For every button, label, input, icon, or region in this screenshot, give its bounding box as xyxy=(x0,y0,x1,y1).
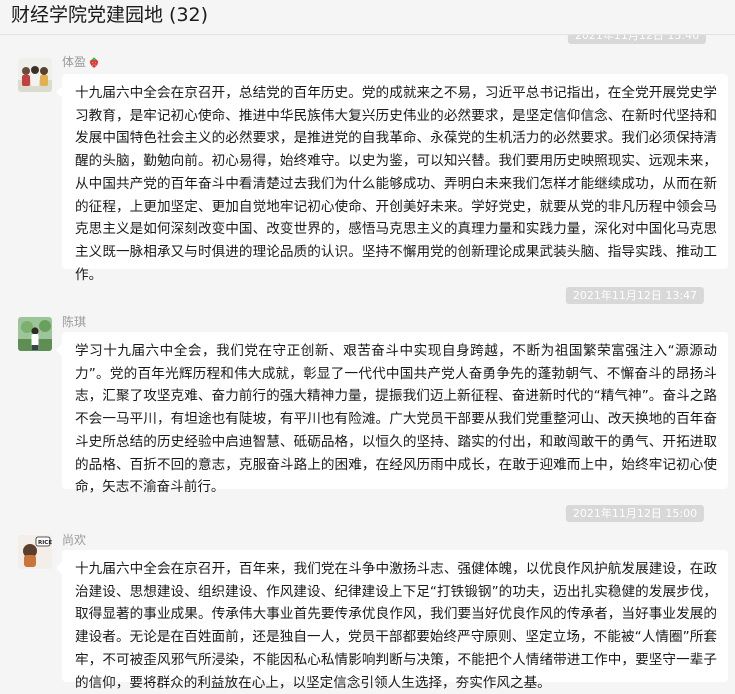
avatar-outdoor-photo-icon xyxy=(18,317,52,351)
message-bubble[interactable]: 学习十九届六中全会，我们党在守正创新、艰苦奋斗中实现自身跨越，不断为祖国繁荣富强… xyxy=(56,332,728,495)
avatar[interactable] xyxy=(18,317,52,351)
avatar-cartoon-icon: RICE xyxy=(18,535,52,569)
avatar[interactable] xyxy=(18,58,52,92)
avatar[interactable]: RICE xyxy=(18,535,52,569)
chat-title: 财经学院党建园地 (32) xyxy=(11,4,209,26)
svg-text:RICE: RICE xyxy=(38,540,52,546)
sender-name: 陈琪 xyxy=(62,315,87,329)
message-timestamp: 2021年11月12日 15:00 xyxy=(565,505,705,522)
message-bubble[interactable]: 十九届六中全会在京召开，总结党的百年历史。党的成就来之不易，习近平总书记指出，在… xyxy=(56,74,728,283)
message-bubble[interactable]: 十九届六中全会在京召开，百年来，我们党在斗争中激扬斗志、强健体魄，以优良作风护航… xyxy=(56,550,728,691)
sender-name: 尚欢 xyxy=(62,533,87,547)
sender-name-text: 体盈 xyxy=(62,55,87,69)
avatar-group-photo-icon xyxy=(18,58,52,92)
sender-name: 体盈 xyxy=(62,55,100,71)
chat-header: 财经学院党建园地 (32) xyxy=(0,0,735,35)
message-timestamp: 2021年11月12日 13:47 xyxy=(565,287,705,304)
strawberry-icon xyxy=(88,56,100,71)
